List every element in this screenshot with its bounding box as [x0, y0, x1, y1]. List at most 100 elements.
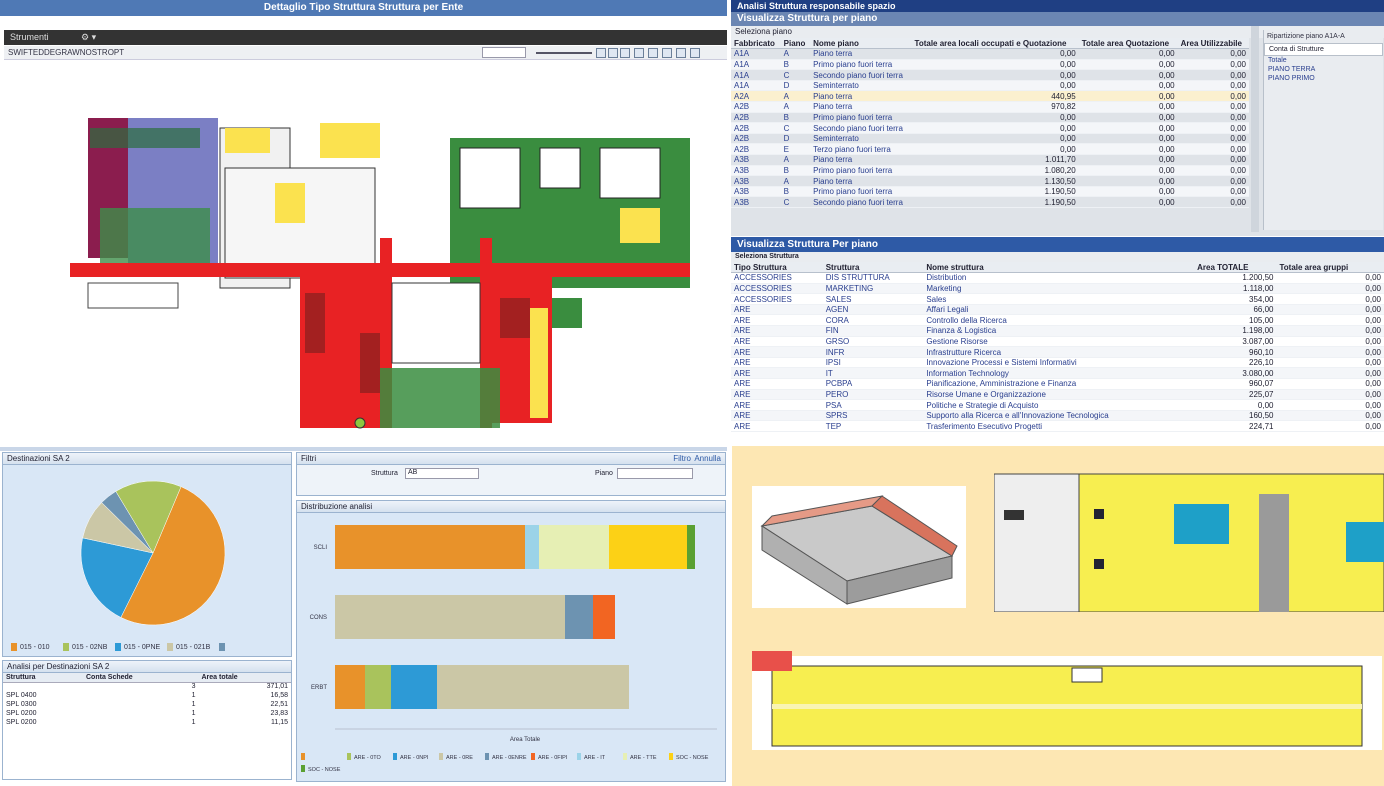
column-header[interactable]: Fabbricato — [731, 38, 781, 50]
floor-plan-map[interactable] — [60, 68, 710, 438]
struttura-filter-select[interactable]: AB — [405, 468, 479, 479]
table-row[interactable]: A3B A Piano terra 1.130,50 0,00 0,00 — [731, 175, 1249, 187]
table-row[interactable]: ARE PERO Risorse Umane e Organizzazione 225… — [731, 389, 1384, 401]
table-row[interactable]: ACCESSORIES MARKETING Marketing 1.118,00 0,0… — [731, 283, 1384, 295]
table-row[interactable]: ARE AGEN Affari Legali 66,00 0,00 — [731, 304, 1384, 316]
filter-button[interactable]: Filtro — [673, 453, 691, 465]
table-cell: Sales — [923, 293, 1195, 305]
table-row[interactable]: A2B C Secondo piano fuori terra 0,00 0,00 0,0… — [731, 122, 1249, 134]
table-row[interactable]: A3B A Piano terra 1.011,70 0,00 0,00 — [731, 154, 1249, 166]
zoom-out-icon[interactable] — [608, 48, 618, 58]
table-row[interactable]: ARE FIN Finanza & Logistica 1.198,00 0,00 — [731, 325, 1384, 337]
column-header[interactable]: Nome struttura — [923, 262, 1195, 274]
table-row[interactable]: ARE GRSO Gestione Risorse 3.087,00 0,00 — [731, 336, 1384, 348]
plan-block-green-a[interactable] — [90, 128, 200, 148]
plan-room-red-a[interactable] — [305, 293, 325, 353]
col-area[interactable]: Area totale — [198, 673, 291, 683]
back-icon[interactable] — [662, 48, 672, 58]
table-row[interactable]: A2B A Piano terra 970,82 0,00 0,00 — [731, 101, 1249, 113]
plan-block-yellow-d[interactable] — [620, 208, 660, 243]
table-row[interactable]: A2B E Terzo piano fuori terra 0,00 0,00 0,00 — [731, 143, 1249, 156]
column-header[interactable]: Tipo Struttura — [731, 262, 823, 274]
table-row[interactable]: A1A C Secondo piano fuori terra 0,00 0,00 0,0… — [731, 69, 1249, 81]
column-header[interactable]: Totale area gruppi — [1276, 262, 1384, 274]
table-row[interactable]: ARE PCBPA Pianificazione, Amministrazione … — [731, 378, 1384, 390]
table-row[interactable]: ARE PSA Politiche e Strategie di Acquisto 0… — [731, 399, 1384, 411]
zoom-slider[interactable] — [536, 52, 592, 54]
zoom-extent-icon[interactable] — [620, 48, 630, 58]
column-header[interactable]: Totale area locali occupati e Quotazione — [911, 38, 1079, 50]
building-3d-view[interactable] — [752, 486, 966, 608]
column-header[interactable]: Totale area Quotazione — [1078, 38, 1178, 50]
table-row[interactable]: A1A D Seminterrato 0,00 0,00 0,00 — [731, 80, 1249, 92]
gear-icon[interactable]: ⚙ ▾ — [81, 32, 96, 42]
plan-room-red-b[interactable] — [360, 333, 380, 393]
table-cell: Pianificazione, Amministrazione e Finanz… — [923, 378, 1195, 390]
horizontal-splitter[interactable] — [0, 447, 727, 451]
map-anchor-marker[interactable] — [354, 417, 366, 429]
bar-segment — [565, 595, 593, 639]
piano-filter-select[interactable] — [617, 468, 693, 479]
table-row[interactable]: SPL 0300 1 22,51 — [3, 700, 291, 709]
table-row[interactable]: SPL 0400 1 16,58 — [3, 691, 291, 700]
pan-icon[interactable] — [634, 48, 644, 58]
plan-room-white-a[interactable] — [459, 147, 521, 209]
column-header[interactable]: Piano — [780, 38, 811, 50]
plan-block-yellow-e[interactable] — [530, 308, 548, 418]
plan-block-yellow-c[interactable] — [320, 123, 380, 158]
table-row[interactable]: ARE IPSI Innovazione Processi e Sistemi In… — [731, 357, 1384, 369]
select-icon[interactable] — [648, 48, 658, 58]
column-header[interactable]: Nome piano — [810, 38, 912, 50]
table-row[interactable]: SPL 0200 1 23,83 — [3, 709, 291, 718]
table-row[interactable]: 3 371,01 — [3, 682, 291, 691]
table-row[interactable]: A3B B Primo piano fuori terra 1.190,50 0,00 0… — [731, 186, 1249, 198]
plan-block-yellow-b[interactable] — [225, 128, 270, 153]
table-row[interactable]: A2B B Primo piano fuori terra 0,00 0,00 0,00 — [731, 112, 1249, 124]
table-row[interactable]: ARE CORA Controllo della Ricerca 105,00 0,00 — [731, 314, 1384, 327]
table-cell: SPL 0200 — [6, 710, 37, 717]
col-struttura[interactable]: Struttura — [3, 673, 83, 683]
floor-table-scrollbar[interactable] — [1251, 26, 1259, 232]
table-row[interactable]: A3B C Secondo piano fuori terra 1.190,50 0,0… — [731, 196, 1249, 208]
plan-block-yellow-a[interactable] — [275, 183, 305, 223]
plan-block-green-d[interactable] — [552, 298, 582, 328]
column-header[interactable]: Area TOTALE — [1194, 262, 1277, 274]
plan-room-white-b[interactable] — [539, 147, 581, 189]
column-header[interactable]: Struttura — [822, 262, 924, 274]
menu-strumenti[interactable]: Strumenti — [10, 32, 49, 42]
table-row[interactable]: A3B B Primo piano fuori terra 1.080,20 0,00 0… — [731, 165, 1249, 177]
page-select[interactable] — [482, 47, 526, 58]
print-icon[interactable] — [690, 48, 700, 58]
side-panel-row[interactable]: PIANO TERRA — [1264, 65, 1383, 74]
table-row[interactable]: ARE SPRS Supporto alla Ricerca e all'Innov… — [731, 410, 1384, 422]
menubar[interactable]: Strumenti ⚙ ▾ — [4, 30, 727, 45]
table-row[interactable]: A2A A Piano terra 440,95 0,00 0,00 — [731, 90, 1249, 103]
room-highlight-a[interactable] — [1174, 504, 1229, 544]
table-row[interactable]: ARE TEP Trasferimento Esecutivo Progetti 22… — [731, 420, 1384, 432]
table-row[interactable]: A1A B Primo piano fuori terra 0,00 0,00 0,00 — [731, 59, 1249, 71]
pie-legend-item: 015 - 021B — [167, 643, 210, 651]
plan-room-center[interactable] — [391, 282, 481, 364]
side-panel-row[interactable]: Totale — [1264, 56, 1383, 65]
plan-block-green-e[interactable] — [380, 368, 500, 428]
room-highlight-b[interactable] — [1346, 522, 1384, 562]
zoom-in-icon[interactable] — [596, 48, 606, 58]
table-row[interactable]: SPL 0200 1 11,15 — [3, 718, 291, 727]
column-header[interactable]: Area Utilizzabile — [1177, 38, 1249, 50]
cancel-button[interactable]: Annulla — [694, 453, 721, 465]
plan-block-annex[interactable] — [87, 282, 179, 309]
table-row[interactable]: ACCESSORIES DIS STRUTTURA Distribution 1.20… — [731, 272, 1384, 284]
plan-room-white-c[interactable] — [599, 147, 661, 199]
floor-detail-plan[interactable] — [994, 464, 1384, 612]
table-row[interactable]: ARE INFR Infrastrutture Ricerca 960,10 0,00 — [731, 346, 1384, 358]
table-row[interactable]: A1A A Piano terra 0,00 0,00 0,00 — [731, 48, 1249, 60]
side-panel-row[interactable]: PIANO PRIMO — [1264, 74, 1383, 83]
table-row[interactable]: ACCESSORIES SALES Sales 354,00 0,00 — [731, 293, 1384, 305]
table-row[interactable]: ARE IT Information Technology 3.080,00 0,00 — [731, 367, 1384, 380]
table-row[interactable]: A2B D Seminterrato 0,00 0,00 0,00 — [731, 133, 1249, 145]
forward-icon[interactable] — [676, 48, 686, 58]
floor-overview-plan[interactable] — [752, 646, 1382, 750]
plan-room-red-c[interactable] — [500, 298, 530, 338]
plan-block-green-b[interactable] — [100, 208, 210, 268]
col-conta[interactable]: Conta Schede — [83, 673, 199, 683]
